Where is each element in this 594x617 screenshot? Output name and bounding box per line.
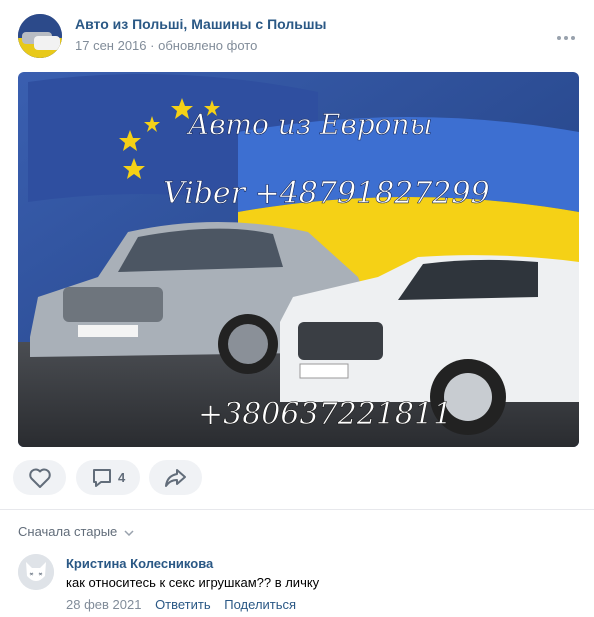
like-button[interactable] [13,460,66,495]
commenter-name[interactable]: Кристина Колесникова [66,556,213,571]
viber-text: Viber +48791827299 [163,176,490,211]
divider [0,509,594,510]
comment-footer: 28 фев 2021 Ответить Поделиться [66,597,296,612]
reply-link[interactable]: Ответить [155,597,211,612]
more-dots-icon[interactable] [556,28,576,40]
comment-icon [93,469,111,487]
share-link[interactable]: Поделиться [224,597,296,612]
meta-separator: · [150,38,155,53]
community-avatar[interactable] [18,14,62,58]
headline-text: Авто из Европы [186,108,432,141]
comment-count: 4 [118,470,126,485]
share-icon [165,469,186,487]
post-meta: 17 сен 2016 · обновлено фото [75,38,257,53]
comment-text: как относитесь к секс игрушкам?? в личку [66,575,320,590]
post-date[interactable]: 17 сен 2016 [75,38,147,53]
post-author[interactable]: Авто из Польші, Машины с Польшы [75,16,326,32]
share-button[interactable] [149,460,202,495]
comment-button[interactable]: 4 [76,460,140,495]
chevron-down-icon [124,530,134,537]
heart-icon [29,468,51,488]
comment-date[interactable]: 28 фев 2021 [66,597,141,612]
comment-item: Кристина Колесникова как относитесь к се… [18,554,578,614]
post-action: обновлено фото [158,38,258,53]
sort-label: Сначала старые [18,524,118,539]
phone-text: +380637221811 [198,397,452,432]
commenter-avatar[interactable] [18,554,54,590]
comments-sort[interactable]: Сначала старые [18,524,134,539]
post-photo[interactable]: Авто из Европы Viber +48791827299 +38063… [18,72,579,447]
post-header: Авто из Польші, Машины с Польшы 17 сен 2… [18,14,578,58]
